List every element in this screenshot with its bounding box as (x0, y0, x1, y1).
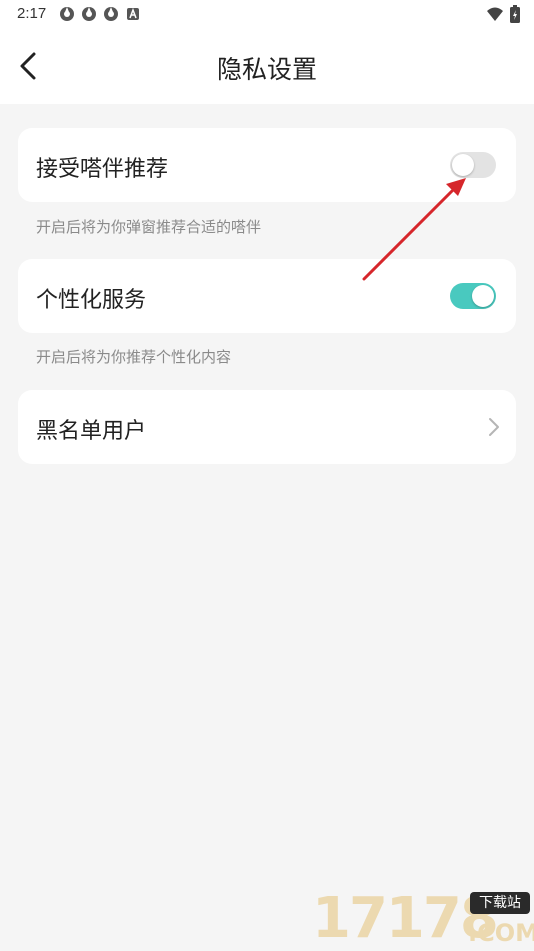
status-notification-icons (59, 6, 141, 22)
app-notification-icon (82, 7, 96, 21)
status-bar: 2:17 (0, 0, 534, 30)
status-system-icons (486, 5, 520, 23)
page-title: 隐私设置 (216, 55, 317, 84)
toggle-knob (472, 285, 494, 307)
toggle-knob (452, 154, 474, 176)
app-notification-icon (104, 7, 118, 21)
personalized-setting-hint: 开启后将为你推荐个性化内容 (36, 348, 232, 366)
recommend-setting-label: 接受嗒伴推荐 (36, 157, 169, 182)
wifi-icon (487, 7, 503, 21)
personalized-toggle[interactable] (450, 283, 496, 309)
app-notification-icon (60, 7, 74, 21)
chevron-right-icon (489, 418, 499, 436)
status-time: 2:17 (17, 5, 47, 22)
watermark-logo: 17178 下载站 .COM (308, 888, 534, 950)
recommend-setting-card: 接受嗒伴推荐 (18, 128, 516, 202)
recommend-toggle[interactable] (450, 152, 496, 178)
blacklist-row[interactable]: 黑名单用户 (18, 390, 516, 464)
personalized-setting-card: 个性化服务 (18, 259, 516, 333)
watermark-badge: 下载站 (470, 892, 530, 914)
a-notification-icon (127, 7, 139, 20)
blacklist-label: 黑名单用户 (36, 419, 147, 444)
recommend-setting-hint: 开启后将为你弹窗推荐合适的嗒伴 (36, 218, 262, 236)
navigation-bar: 隐私设置 (0, 30, 534, 104)
battery-icon (510, 5, 520, 23)
watermark-suffix: .COM (468, 919, 534, 947)
personalized-setting-label: 个性化服务 (36, 288, 147, 313)
